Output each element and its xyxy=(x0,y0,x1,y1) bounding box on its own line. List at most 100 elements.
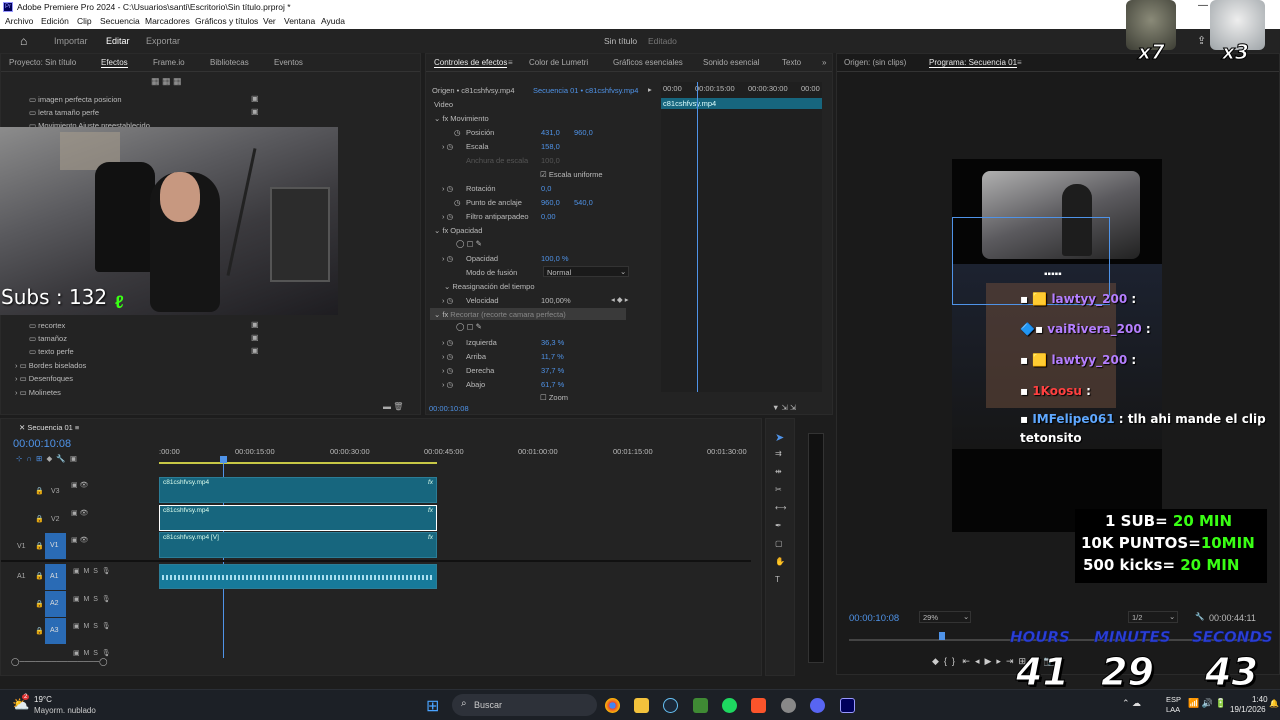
audio-controls[interactable]: ▣ M S 🎙 xyxy=(73,595,111,603)
hamburger-icon[interactable]: ≡ xyxy=(1017,58,1022,67)
lock-icon[interactable]: 🔒 xyxy=(35,542,44,550)
opacity-value[interactable]: 100,0 % xyxy=(541,254,569,263)
preset-item[interactable]: ▭ letra tamaño perfe xyxy=(29,108,99,117)
lock-icon[interactable]: 🔒 xyxy=(35,572,44,580)
audio-controls[interactable]: ▣ M S 🎙 xyxy=(73,649,111,657)
spotify-icon[interactable] xyxy=(722,698,737,713)
ripple-edit-icon[interactable]: ⇹ xyxy=(775,467,782,476)
clock-date[interactable]: 19/1/2026 xyxy=(1230,705,1266,714)
source-label[interactable]: Origen • c81cshfvsy.mp4 xyxy=(432,86,515,95)
tab-bibliotecas[interactable]: Bibliotecas xyxy=(210,58,249,67)
a1-target[interactable]: A1 xyxy=(45,564,66,590)
discord-icon[interactable] xyxy=(810,698,825,713)
type-tool-icon[interactable]: T xyxy=(775,575,780,584)
home-icon[interactable]: ⌂ xyxy=(20,34,27,48)
fx-time-remap[interactable]: ⌄ Reasignación del tiempo xyxy=(444,282,535,291)
sequence-label[interactable]: Secuencia 01 • c81cshfvsy.mp4 xyxy=(533,86,638,95)
hamburger-icon[interactable]: ≡ xyxy=(508,58,513,67)
lock-icon[interactable]: 🔒 xyxy=(35,600,44,608)
rectangle-tool-icon[interactable]: ▢ xyxy=(775,539,783,548)
list-item[interactable]: ▭ recortex xyxy=(29,321,65,330)
v1-target[interactable]: V1 xyxy=(45,533,66,559)
ec-timecode[interactable]: 00:00:10:08 xyxy=(429,404,469,413)
timeline-timecode[interactable]: 00:00:10:08 xyxy=(13,438,71,450)
stopwatch-icon[interactable]: ◷ xyxy=(454,128,461,137)
menu-ver[interactable]: Ver xyxy=(263,16,276,26)
mask-tools[interactable]: ◯ ▢ ✎ xyxy=(456,239,482,248)
sync-icon[interactable]: ▣ 👁 xyxy=(71,481,88,489)
a2-target[interactable]: A2 xyxy=(45,591,66,617)
uniform-checkbox[interactable]: ☑ Escala uniforme xyxy=(540,170,603,179)
chrome-icon[interactable] xyxy=(605,698,620,713)
menu-secuencia[interactable]: Secuencia xyxy=(100,16,140,26)
file-explorer-icon[interactable] xyxy=(634,698,649,713)
pen-tool-icon[interactable]: ✒ xyxy=(775,521,782,530)
audio-controls[interactable]: ▣ M S 🎙 xyxy=(73,567,111,575)
source-a1[interactable]: A1 xyxy=(17,573,26,580)
tab-exportar[interactable]: Exportar xyxy=(146,36,180,46)
crop-top-value[interactable]: 11,7 % xyxy=(541,352,564,361)
rotation-value[interactable]: 0,0 xyxy=(541,184,551,193)
tab-frameio[interactable]: Frame.io xyxy=(153,58,185,67)
slip-tool-icon[interactable]: ⟷ xyxy=(775,503,786,512)
list-item[interactable]: ▭ tamañoz xyxy=(29,334,67,343)
tab-controles[interactable]: Controles de efectos xyxy=(434,58,508,68)
menu-clip[interactable]: Clip xyxy=(77,16,92,26)
blend-select[interactable]: Normal ⌄ xyxy=(543,266,629,277)
notification-icon[interactable]: 🔔 xyxy=(1269,699,1279,708)
brave-icon[interactable] xyxy=(751,698,766,713)
ec-playhead[interactable] xyxy=(697,82,698,392)
track-select-icon[interactable]: ⇉ xyxy=(775,449,782,458)
minimize-button[interactable]: — xyxy=(1198,0,1208,11)
tab-programa[interactable]: Programa: Secuencia 01 xyxy=(929,58,1018,68)
steam-icon[interactable] xyxy=(663,698,678,713)
quality-select[interactable]: 1/2 ⌄ xyxy=(1128,611,1178,623)
tab-editar[interactable]: Editar xyxy=(106,36,130,46)
tab-texto[interactable]: Texto xyxy=(782,58,801,67)
clip-a1[interactable] xyxy=(159,564,437,589)
razor-tool-icon[interactable]: ✂ xyxy=(775,485,782,494)
crop-right-value[interactable]: 37,7 % xyxy=(541,366,564,375)
ec-mini-timeline[interactable]: 00:00 00:00:15:00 00:00:30:00 00:00 c81c… xyxy=(661,82,822,392)
lock-icon[interactable]: 🔒 xyxy=(35,487,44,495)
stopwatch-icon[interactable]: › ◷ xyxy=(442,366,453,375)
stopwatch-icon[interactable]: ◷ xyxy=(454,198,461,207)
menu-graficos[interactable]: Gráficos y títulos xyxy=(195,16,258,26)
playhead-handle[interactable] xyxy=(220,456,227,463)
lock-icon[interactable]: 🔒 xyxy=(35,627,44,635)
menu-edicion[interactable]: Edición xyxy=(41,16,69,26)
stopwatch-icon[interactable]: › ◷ xyxy=(442,254,453,263)
effects-list-icons[interactable]: ▦ ▦ ▦ xyxy=(151,76,182,87)
crop-bottom-value[interactable]: 61,7 % xyxy=(541,380,564,389)
source-v1[interactable]: V1 xyxy=(17,543,26,550)
anchor-y[interactable]: 540,0 xyxy=(574,198,593,207)
minecraft-icon[interactable] xyxy=(693,698,708,713)
more-tabs-icon[interactable]: » xyxy=(822,58,826,67)
list-item[interactable]: › ▭ Molinetes xyxy=(15,388,61,397)
menu-archivo[interactable]: Archivo xyxy=(5,16,33,26)
tab-graficos[interactable]: Gráficos esenciales xyxy=(613,58,683,67)
timeline-tools[interactable]: ⊹ ∩ ⊞ ◆ 🔧 ▣ xyxy=(16,454,77,463)
premiere-taskbar-icon[interactable] xyxy=(840,698,855,713)
flicker-value[interactable]: 0,00 xyxy=(541,212,556,221)
menu-ayuda[interactable]: Ayuda xyxy=(321,16,345,26)
stopwatch-icon[interactable]: › ◷ xyxy=(442,380,453,389)
audio-controls[interactable]: ▣ M S 🎙 xyxy=(73,622,111,630)
app-icon[interactable] xyxy=(781,698,796,713)
anchor-x[interactable]: 960,0 xyxy=(541,198,560,207)
stopwatch-icon[interactable]: › ◷ xyxy=(442,184,453,193)
clip-v2[interactable]: c81cshfvsy.mp4 fx xyxy=(159,505,437,531)
scale-value[interactable]: 158,0 xyxy=(541,142,560,151)
lang-esp[interactable]: ESP xyxy=(1166,695,1181,704)
menu-marcadores[interactable]: Marcadores xyxy=(145,16,190,26)
stopwatch-icon[interactable]: › ◷ xyxy=(442,296,453,305)
fx-opacity[interactable]: ⌄ fx Opacidad xyxy=(434,226,482,235)
preset-item[interactable]: ▭ imagen perfecta posicion xyxy=(29,95,122,104)
lang-laa[interactable]: LAA xyxy=(1166,705,1180,714)
tab-importar[interactable]: Importar xyxy=(54,36,88,46)
mask-tools[interactable]: ◯ ▢ ✎ xyxy=(456,322,482,331)
tab-efectos[interactable]: Efectos xyxy=(101,58,128,68)
position-y[interactable]: 960,0 xyxy=(574,128,593,137)
zoom-select[interactable]: 29% ⌄ xyxy=(919,611,971,623)
stopwatch-icon[interactable]: › ◷ xyxy=(442,142,453,151)
